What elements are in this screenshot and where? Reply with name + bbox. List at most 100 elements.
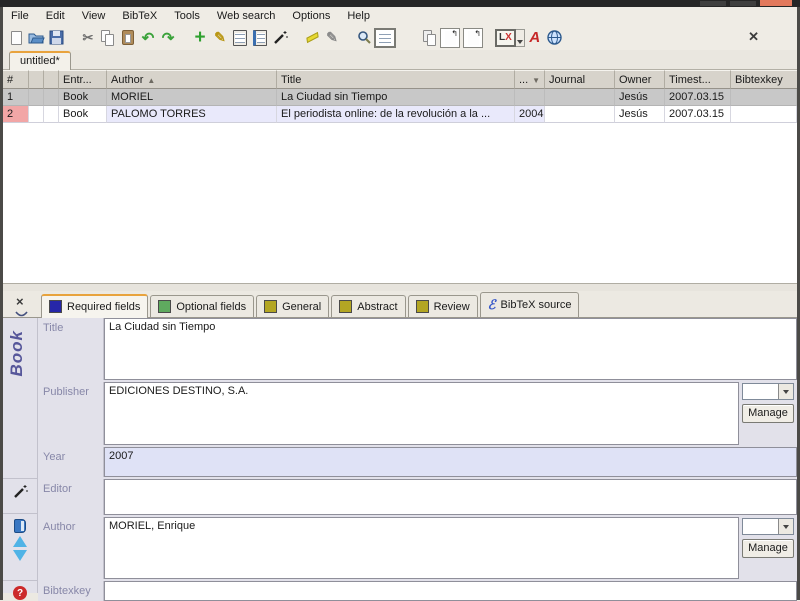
cell-journal[interactable] (545, 89, 615, 106)
cell-entrytype[interactable]: Book (59, 89, 107, 106)
required-fields-doc-icon[interactable] (230, 28, 250, 48)
tab-optional-fields[interactable]: Optional fields (150, 295, 255, 317)
menu-view[interactable]: View (82, 10, 106, 22)
cut-icon[interactable]: ✂ (78, 28, 98, 48)
editor-field[interactable] (104, 479, 797, 515)
editor-splitter[interactable] (3, 283, 797, 291)
col-header-flag1[interactable] (29, 70, 44, 89)
push-to-lyx-button[interactable]: LX (495, 28, 516, 47)
generate-key-wand-icon[interactable] (12, 484, 28, 500)
field-label-editor: Editor (38, 479, 104, 515)
cell-title[interactable]: La Ciudad sin Tiempo (277, 89, 515, 106)
edit-entry-icon[interactable]: ✎ (210, 28, 230, 48)
new-database-icon[interactable] (6, 28, 26, 48)
cell-year[interactable]: 2004 (515, 106, 545, 123)
search-icon[interactable] (354, 28, 374, 48)
menu-bibtex[interactable]: BibTeX (122, 10, 157, 22)
push-to-lyx-dropdown[interactable] (515, 28, 525, 47)
col-header-owner[interactable]: Owner (615, 70, 665, 89)
new-entry-icon[interactable]: + (190, 28, 210, 48)
open-database-icon[interactable] (26, 28, 46, 48)
tab-bibtex-source[interactable]: ℰ BibTeX source (479, 292, 580, 317)
col-header-entrytype[interactable]: Entr... (59, 70, 107, 89)
notebook-icon[interactable] (14, 519, 26, 533)
undo-icon[interactable]: ↶ (138, 28, 158, 48)
cell-bibtexkey[interactable] (731, 89, 797, 106)
help-icon[interactable]: ? (13, 586, 27, 600)
collapse-editor-icon[interactable] (15, 311, 28, 318)
cell-flag1[interactable] (29, 106, 44, 123)
optional-fields-doc-icon[interactable] (250, 28, 270, 48)
table-empty-area (3, 123, 797, 283)
import-entries-icon[interactable]: ↰ (440, 27, 460, 48)
menu-web-search[interactable]: Web search (217, 10, 276, 22)
copy-key-icon[interactable] (420, 28, 440, 48)
next-entry-icon[interactable] (13, 550, 27, 561)
col-header-title[interactable]: Title (277, 70, 515, 89)
wizard-wand-icon[interactable] (270, 28, 290, 48)
menu-tools[interactable]: Tools (174, 10, 200, 22)
bibtexkey-field[interactable] (104, 581, 797, 601)
menu-options[interactable]: Options (292, 10, 330, 22)
chevron-down-icon[interactable] (778, 519, 793, 534)
tab-general[interactable]: General (256, 295, 330, 317)
review-square-icon (415, 300, 429, 313)
web-globe-icon[interactable] (545, 28, 565, 48)
publisher-manage-button[interactable]: Manage (742, 404, 794, 423)
publisher-field[interactable]: EDICIONES DESTINO, S.A. (104, 382, 739, 445)
menu-help[interactable]: Help (347, 10, 370, 22)
cell-author[interactable]: PALOMO TORRES (107, 106, 277, 123)
author-combo[interactable] (742, 518, 794, 535)
col-header-year[interactable]: ... ▼ (515, 70, 545, 89)
title-field[interactable]: La Ciudad sin Tiempo (104, 318, 797, 380)
save-database-icon[interactable] (46, 28, 66, 48)
cell-timestamp[interactable]: 2007.03.15 (665, 89, 731, 106)
tab-required-fields[interactable]: Required fields (41, 294, 149, 318)
cell-owner[interactable]: Jesús (615, 89, 665, 106)
cell-journal[interactable] (545, 106, 615, 123)
tab-review[interactable]: Review (407, 295, 478, 317)
cell-owner[interactable]: Jesús (615, 106, 665, 123)
menu-edit[interactable]: Edit (46, 10, 65, 22)
col-header-timestamp[interactable]: Timest... (665, 70, 731, 89)
unmark-entries-icon[interactable]: ✎ (322, 28, 342, 48)
cell-flag1[interactable] (29, 89, 44, 106)
copy-icon[interactable] (98, 28, 118, 48)
window-control-button[interactable] (700, 1, 726, 6)
tab-abstract[interactable]: Abstract (331, 295, 406, 317)
open-pdf-icon[interactable]: A (525, 28, 545, 48)
year-field[interactable]: 2007 (104, 447, 797, 477)
col-header-num[interactable]: # (3, 70, 29, 89)
export-entries-icon[interactable]: ↰ (463, 27, 483, 48)
cell-num[interactable]: 2 (3, 106, 29, 123)
col-header-author[interactable]: Author ▲ (107, 70, 277, 89)
close-editor-icon[interactable]: × (16, 294, 24, 309)
cell-year[interactable] (515, 89, 545, 106)
toggle-preview-icon[interactable] (374, 27, 396, 48)
publisher-combo[interactable] (742, 383, 794, 400)
window-control-button[interactable] (730, 1, 756, 6)
cell-num[interactable]: 1 (3, 89, 29, 106)
mark-entries-icon[interactable] (302, 28, 322, 48)
author-field[interactable]: MORIEL, Enrique (104, 517, 739, 579)
window-close-button[interactable] (760, 0, 792, 6)
redo-icon[interactable]: ↷ (158, 28, 178, 48)
cell-author[interactable]: MORIEL (107, 89, 277, 106)
cell-flag2[interactable] (44, 106, 59, 123)
cell-flag2[interactable] (44, 89, 59, 106)
cell-title[interactable]: El periodista online: de la revolución a… (277, 106, 515, 123)
database-tab-untitled[interactable]: untitled* (9, 51, 71, 70)
toolbar-close-icon[interactable]: ✕ (748, 29, 759, 45)
cell-entrytype[interactable]: Book (59, 106, 107, 123)
bibtex-source-icon: ℰ (487, 297, 496, 312)
author-manage-button[interactable]: Manage (742, 539, 794, 558)
chevron-down-icon[interactable] (778, 384, 793, 399)
col-header-flag2[interactable] (44, 70, 59, 89)
menu-file[interactable]: File (11, 10, 29, 22)
col-header-bibtexkey[interactable]: Bibtexkey (731, 70, 797, 89)
cell-timestamp[interactable]: 2007.03.15 (665, 106, 731, 123)
paste-icon[interactable] (118, 28, 138, 48)
col-header-journal[interactable]: Journal (545, 70, 615, 89)
cell-bibtexkey[interactable] (731, 106, 797, 123)
prev-entry-icon[interactable] (13, 536, 27, 547)
